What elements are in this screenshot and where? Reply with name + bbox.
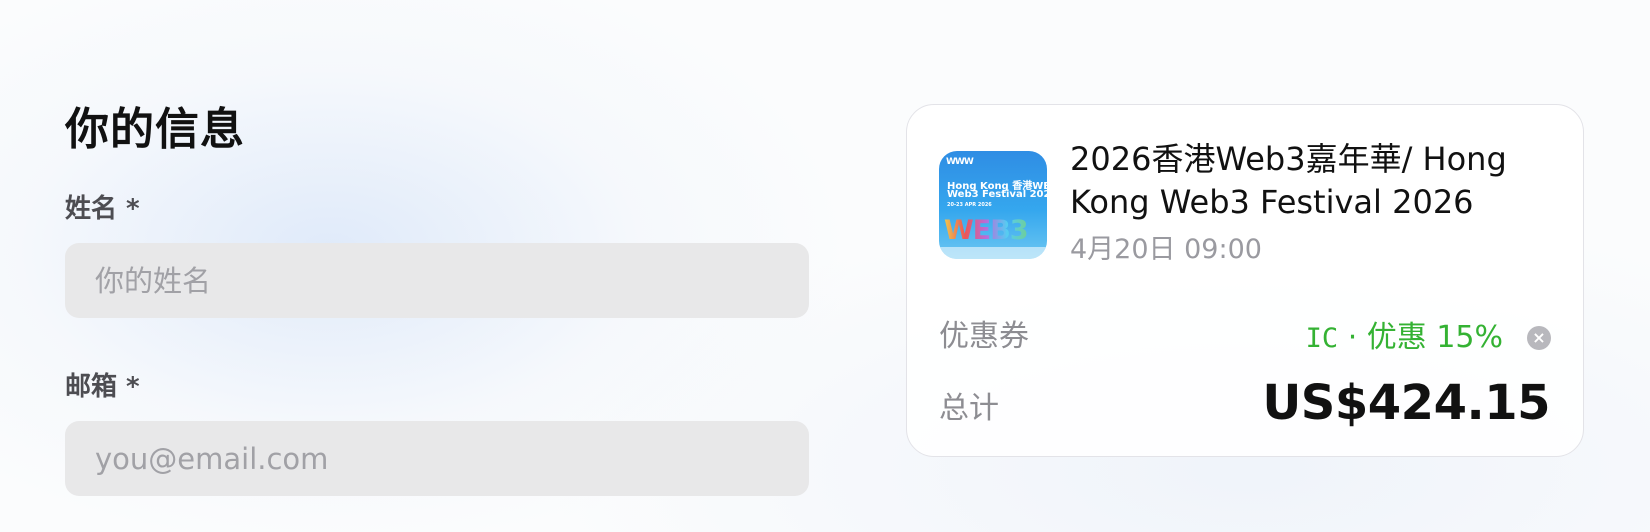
email-input[interactable] [65, 421, 809, 496]
contact-info-form: 你的信息 姓名 * 邮箱 * [65, 100, 809, 496]
event-thumbnail: WWW Hong Kong 香港WEB3嘉年華 Web3 Festival 20… [939, 151, 1047, 259]
section-title: 你的信息 [65, 104, 245, 155]
event-date: 4月20日 09:00 [1070, 234, 1262, 265]
order-summary-card: WWW Hong Kong 香港WEB3嘉年華 Web3 Festival 20… [906, 104, 1584, 457]
event-title: 2026香港Web3嘉年華/ Hong Kong Web3 Festival 2… [1070, 140, 1507, 221]
thumbnail-art: WEB3 [944, 215, 1029, 246]
coupon-separator: · [1347, 320, 1358, 355]
name-input[interactable] [65, 243, 809, 318]
thumbnail-line-3: 20-23 APR 2026 [947, 202, 992, 208]
email-label: 邮箱 * [65, 372, 140, 402]
thumbnail-band [939, 247, 1047, 259]
coupon-discount: 优惠 15% [1366, 320, 1503, 355]
coupon-label: 优惠券 [939, 319, 1029, 354]
thumbnail-line-2: Web3 Festival 2026 [947, 189, 1047, 200]
coupon-code: IC [1305, 323, 1339, 354]
remove-coupon-icon[interactable]: × [1527, 326, 1551, 350]
thumbnail-logo: WWW [946, 157, 974, 167]
total-amount: US$424.15 [1262, 375, 1550, 431]
total-label: 总计 [939, 391, 999, 426]
name-label: 姓名 * [65, 194, 140, 224]
coupon-value: IC · 优惠 15% [1306, 319, 1503, 358]
